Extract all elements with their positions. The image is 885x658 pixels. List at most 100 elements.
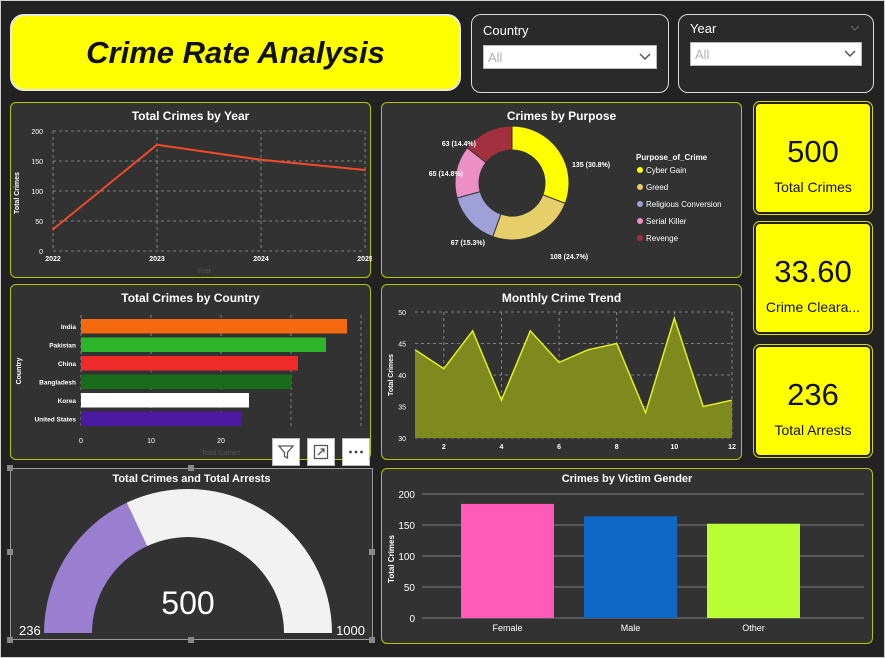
x-axis-label: Year <box>197 268 212 275</box>
gauge-track <box>126 489 333 633</box>
x-tick-label: 2 <box>442 444 446 451</box>
area-fill <box>415 318 732 438</box>
y-tick-label: 50 <box>35 219 43 226</box>
resize-handle[interactable] <box>7 465 13 471</box>
kpi-value: 236 <box>787 377 839 412</box>
area-chart-svg: Total Crimes 30 35 40 45 50 2 4 6 8 10 12 <box>388 310 736 451</box>
legend-marker <box>637 167 643 173</box>
country-dropdown[interactable]: All <box>483 45 657 69</box>
chevron-down-icon <box>639 53 651 61</box>
year-slicer-label: Year <box>690 21 717 36</box>
crimes-by-country-chart[interactable]: Total Crimes by Country Country Total Cr… <box>10 284 371 460</box>
resize-handle[interactable] <box>369 637 375 643</box>
legend-marker <box>637 218 643 224</box>
data-label: 65 (14.8%) <box>429 171 463 178</box>
y-tick-label: Korea <box>58 398 77 405</box>
legend-entry: Serial Killer <box>646 217 687 226</box>
y-tick-label: Bangladesh <box>39 379 76 386</box>
kpi-total-arrests[interactable]: 236 Total Arrests <box>753 344 873 458</box>
resize-handle[interactable] <box>7 637 13 643</box>
bar <box>461 503 554 618</box>
data-point <box>52 228 54 231</box>
kpi-caption: Crime Cleara... <box>765 299 861 315</box>
kpi-crime-clearance[interactable]: 33.60 Crime Cleara... <box>753 221 873 335</box>
y-tick-label: United States <box>34 416 76 423</box>
bar <box>81 356 298 371</box>
line-chart-svg: Total Crimes Year 0 50 100 150 200 2022 2023 20… <box>14 129 372 275</box>
x-tick-label: 20 <box>217 438 225 445</box>
data-label: 108 (24.7%) <box>550 254 588 261</box>
y-tick-label: 30 <box>398 436 406 443</box>
y-tick-label: Pakistan <box>49 342 76 349</box>
gauge-fill <box>44 502 148 633</box>
legend-entry: Cyber Gain <box>646 166 686 175</box>
chevron-down-icon <box>844 50 856 58</box>
resize-handle[interactable] <box>188 637 194 643</box>
y-tick-label: 50 <box>398 310 406 317</box>
legend-entry: Religious Conversion <box>646 200 722 209</box>
crimes-by-purpose-chart[interactable]: Crimes by Purpose Purpose_of_Crime 135 (… <box>381 102 742 278</box>
legend-marker <box>637 235 643 241</box>
data-label: 135 (30.8%) <box>572 162 610 169</box>
legend-entry: Revenge <box>646 234 679 243</box>
x-tick-label: Female <box>492 623 522 633</box>
focus-mode-icon <box>313 444 329 460</box>
x-tick-label: 10 <box>147 438 155 445</box>
y-axis-label: Country <box>16 357 23 384</box>
bar-chart-svg: Total Crimes 0 50 100 150 200 Female Male Other <box>387 490 864 633</box>
pie-slice <box>511 125 570 205</box>
legend-entry: Greed <box>646 183 668 192</box>
data-point <box>260 158 262 161</box>
x-tick-label: Other <box>742 623 765 633</box>
y-axis-label: Total Crimes <box>387 535 396 583</box>
gauge-svg: 236 1000 500 <box>19 489 365 638</box>
resize-handle[interactable] <box>188 465 194 471</box>
gauge-value: 500 <box>161 585 214 621</box>
pie-slice <box>456 191 502 238</box>
bar <box>584 516 677 618</box>
x-tick-label: 2023 <box>149 256 165 263</box>
more-options-button[interactable] <box>342 438 370 466</box>
monthly-crime-trend-chart[interactable]: Monthly Crime Trend Total Crimes 30 35 40 4… <box>381 284 742 460</box>
y-axis-label: Total Crimes <box>14 172 21 214</box>
y-tick-label: 150 <box>398 521 415 532</box>
y-tick-label: 35 <box>398 405 406 412</box>
y-tick-label: 40 <box>398 373 406 380</box>
bar <box>81 393 249 408</box>
dashboard-title: Crime Rate Analysis <box>86 34 385 70</box>
gauge-max-label: 1000 <box>336 623 365 638</box>
year-dropdown[interactable]: All <box>690 42 862 66</box>
kpi-value: 33.60 <box>774 254 852 289</box>
filter-button[interactable] <box>272 438 300 466</box>
bar <box>81 374 291 389</box>
y-tick-label: 200 <box>31 129 43 136</box>
y-tick-label: 150 <box>31 159 43 166</box>
legend-marker <box>637 201 643 207</box>
data-label: 67 (15.3%) <box>451 240 485 247</box>
country-slicer: Country All <box>471 14 669 93</box>
resize-handle[interactable] <box>369 549 375 555</box>
kpi-value: 500 <box>787 134 839 169</box>
focus-mode-button[interactable] <box>307 438 335 466</box>
y-tick-label: 45 <box>398 342 406 349</box>
filter-icon <box>277 445 295 460</box>
x-tick-label: 2024 <box>253 256 269 263</box>
y-tick-label: 50 <box>404 583 416 594</box>
bar <box>81 411 242 426</box>
kpi-caption: Total Arrests <box>774 422 852 438</box>
y-tick-label: 0 <box>409 614 415 625</box>
crimes-by-year-chart[interactable]: Total Crimes by Year Total Crimes Year 0… <box>10 102 372 278</box>
kpi-total-crimes[interactable]: 500 Total Crimes <box>753 101 873 215</box>
year-slicer: Year All <box>678 14 874 93</box>
data-label: 63 (14.4%) <box>442 141 476 148</box>
chevron-down-icon[interactable] <box>850 24 860 32</box>
x-tick-label: Male <box>621 623 641 633</box>
x-axis-label: Total Crimes <box>202 450 241 457</box>
bar <box>81 337 326 352</box>
y-tick-label: 0 <box>39 249 43 256</box>
country-dropdown-value: All <box>488 50 503 65</box>
y-axis-label: Total Crimes <box>388 354 395 396</box>
resize-handle[interactable] <box>7 549 13 555</box>
crimes-and-arrests-gauge[interactable]: Total Crimes and Total Arrests 236 1000 … <box>10 468 373 640</box>
crimes-by-victim-gender-chart[interactable]: Crimes by Victim Gender Total Crimes 0 50… <box>381 468 873 644</box>
